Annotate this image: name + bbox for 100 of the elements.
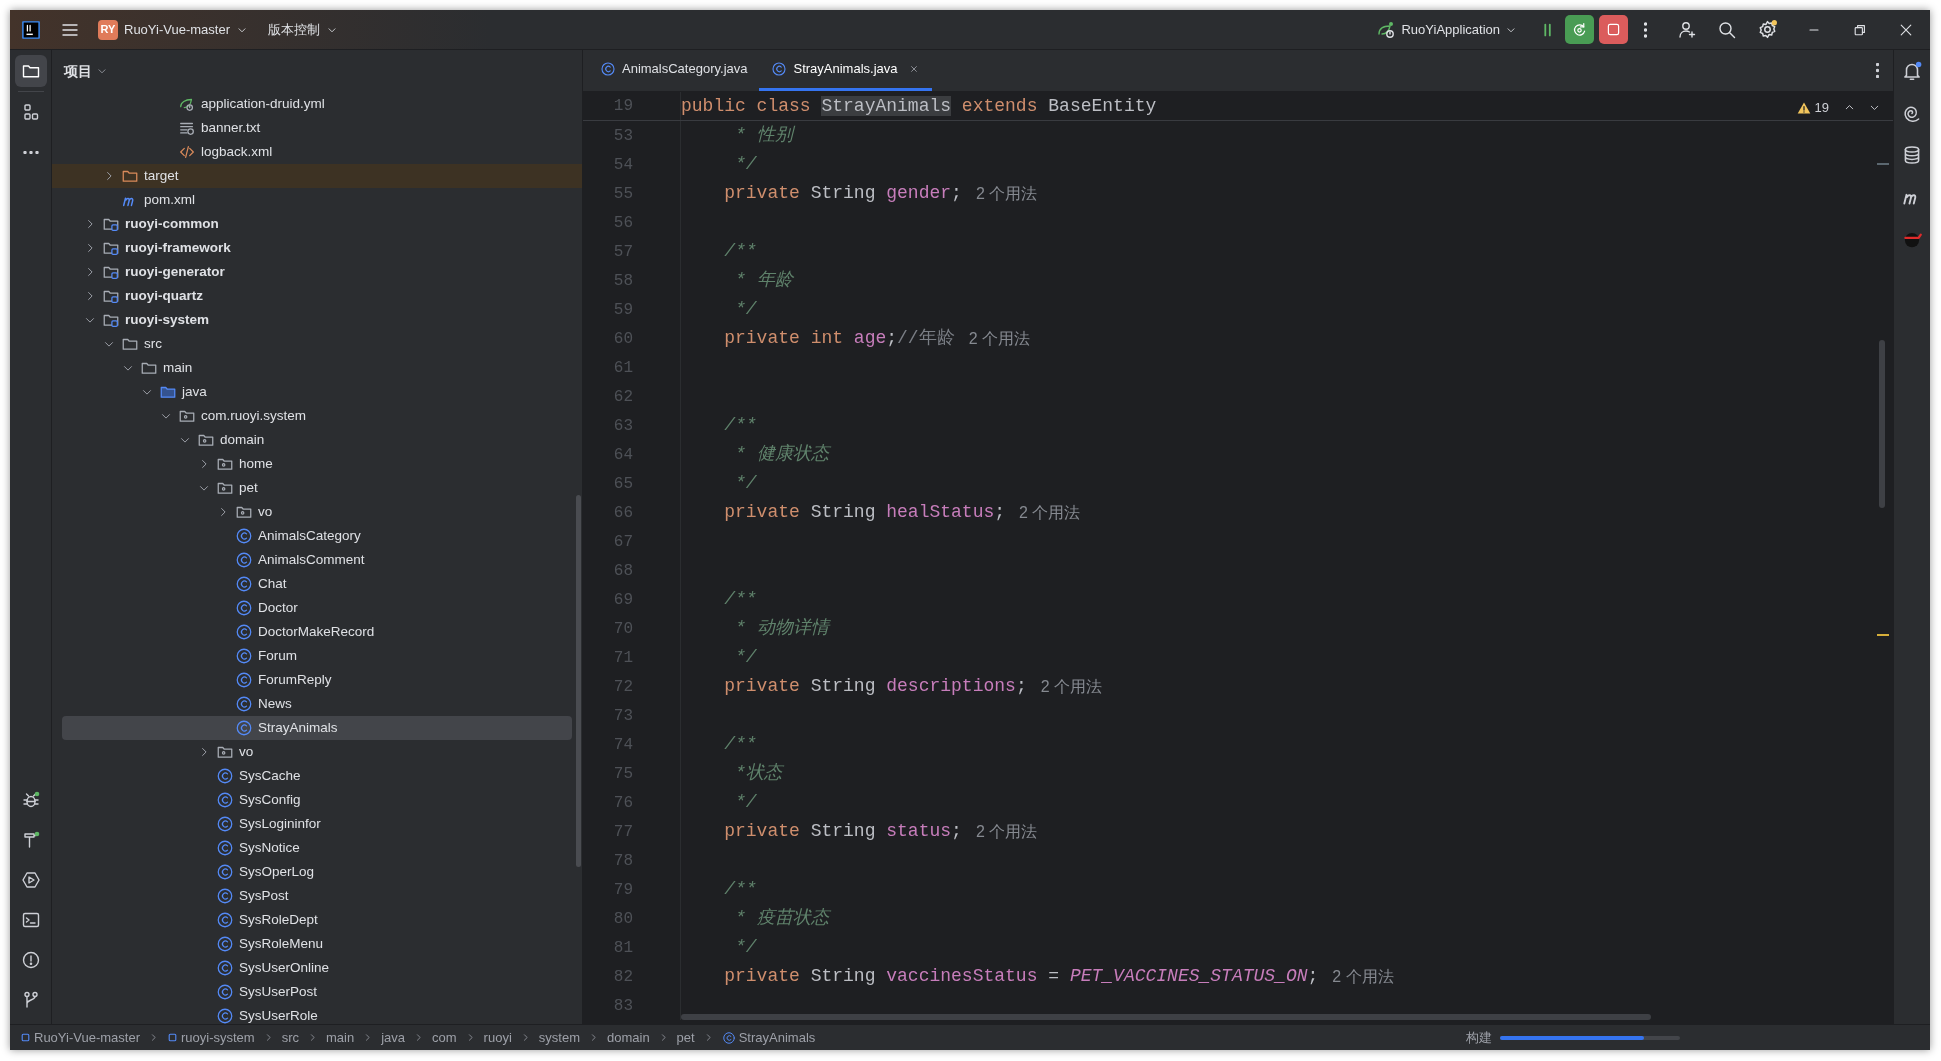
tree-item[interactable]: vo <box>52 500 582 524</box>
tree-item[interactable]: domain <box>52 428 582 452</box>
class-icon <box>216 911 234 929</box>
scrollbar-thumb[interactable] <box>1879 340 1885 508</box>
warning-count[interactable]: 19 <box>1814 98 1829 118</box>
warning-icon <box>20 950 41 970</box>
settings-icon[interactable] <box>1757 19 1778 40</box>
tree-item[interactable]: com.ruoyi.system <box>52 404 582 428</box>
tree-item[interactable]: AnimalsComment <box>52 548 582 572</box>
more-icon[interactable] <box>1644 21 1647 38</box>
tree-item[interactable]: pet <box>52 476 582 500</box>
usage-hint[interactable]: 2 个用法 <box>1040 674 1103 699</box>
tree-item[interactable]: banner.txt <box>52 116 582 140</box>
tree-item[interactable]: application-druid.yml <box>52 92 582 116</box>
tree-item[interactable]: ruoyi-framework <box>52 236 582 260</box>
tree-item[interactable]: logback.xml <box>52 140 582 164</box>
tree-item[interactable]: ruoyi-quartz <box>52 284 582 308</box>
tool-window-button[interactable] <box>14 55 47 87</box>
tree-item[interactable]: ruoyi-system <box>52 308 582 332</box>
code-line: private String healStatus; <box>723 501 1006 524</box>
class-icon <box>235 647 253 665</box>
usage-hint[interactable]: 2 个用法 <box>1019 500 1081 525</box>
run-config-dropdown[interactable]: RuoYiApplication <box>1376 19 1517 40</box>
tree-item[interactable]: SysRoleDept <box>52 908 582 932</box>
project-view-dropdown[interactable]: 项目 <box>62 60 110 82</box>
code-line: * 动物详情 <box>734 617 829 640</box>
more-icon[interactable] <box>1876 63 1879 78</box>
vcs-dropdown[interactable]: 版本控制 <box>267 19 338 40</box>
breadcrumb[interactable]: domain <box>606 1027 650 1048</box>
tree-item[interactable]: SysUserPost <box>52 980 582 1004</box>
breadcrumb[interactable]: java <box>381 1027 406 1048</box>
class-icon <box>216 791 234 809</box>
tree-item[interactable]: SysPost <box>52 884 582 908</box>
breadcrumb[interactable]: src <box>281 1027 299 1048</box>
breadcrumb[interactable]: ruoyi-system <box>166 1027 255 1048</box>
usage-hint[interactable]: 2 个用法 <box>975 819 1038 844</box>
breadcrumb[interactable]: main <box>326 1027 355 1048</box>
breadcrumb[interactable]: system <box>538 1027 580 1048</box>
tree-item[interactable]: ForumReply <box>52 668 582 692</box>
code-icon <box>178 143 196 161</box>
editor-tab[interactable]: StrayAnimals.java <box>759 49 932 91</box>
run-services-icon <box>20 870 41 890</box>
search-icon[interactable] <box>1717 19 1737 40</box>
class-icon <box>771 60 788 77</box>
breadcrumb[interactable]: pet <box>676 1027 695 1048</box>
tree-item[interactable]: Forum <box>52 644 582 668</box>
tree-item[interactable]: AnimalsCategory <box>52 524 582 548</box>
code-line: /** <box>723 240 757 263</box>
code-line: */ <box>734 472 757 495</box>
tree-item[interactable]: SysNotice <box>52 836 582 860</box>
tree-item[interactable]: SysUserOnline <box>52 956 582 980</box>
tree-item[interactable]: StrayAnimals <box>62 716 572 740</box>
tree-item[interactable]: java <box>52 380 582 404</box>
code-line: */ <box>734 153 757 176</box>
code-line: /** <box>723 878 757 901</box>
code-line: /** <box>723 733 757 756</box>
bell-icon[interactable] <box>1901 60 1923 82</box>
class-icon <box>235 575 253 593</box>
breadcrumb[interactable]: StrayAnimals <box>721 1027 816 1048</box>
tree-item[interactable]: SysConfig <box>52 788 582 812</box>
tree-item[interactable]: SysUserRole <box>52 1004 582 1024</box>
tree-item[interactable]: ruoyi-generator <box>52 260 582 284</box>
usage-hint[interactable]: 2 个用法 <box>975 181 1038 206</box>
class-icon <box>216 935 234 953</box>
tree-item[interactable]: vo <box>52 740 582 764</box>
breadcrumb[interactable]: com <box>432 1027 457 1048</box>
tree-item[interactable]: SysLogininfor <box>52 812 582 836</box>
scrollbar-thumb[interactable] <box>681 1014 1651 1020</box>
project-switcher[interactable]: RY RuoYi-Vue-master <box>98 19 248 40</box>
code-line: /** <box>723 588 757 611</box>
change-marker <box>1877 163 1889 165</box>
tree-item[interactable]: pom.xml <box>52 188 582 212</box>
tree-item[interactable]: Doctor <box>52 596 582 620</box>
tree-item[interactable]: src <box>52 332 582 356</box>
breadcrumb[interactable]: ruoyi <box>483 1027 512 1048</box>
tree-item[interactable]: DoctorMakeRecord <box>52 620 582 644</box>
class-icon <box>216 767 234 785</box>
stop-button[interactable] <box>1599 15 1628 44</box>
rerun-debug-button[interactable] <box>1565 15 1594 44</box>
tree-item[interactable]: SysRoleMenu <box>52 932 582 956</box>
tree-item[interactable]: SysCache <box>52 764 582 788</box>
code-line: private String status; <box>723 820 962 843</box>
tree-item[interactable]: SysOperLog <box>52 860 582 884</box>
scrollbar-thumb[interactable] <box>576 495 581 867</box>
class-icon <box>216 983 234 1001</box>
add-user-icon[interactable] <box>1677 19 1697 40</box>
more-icon <box>22 150 39 154</box>
tree-item[interactable]: ruoyi-common <box>52 212 582 236</box>
code-line: *状态 <box>734 762 782 785</box>
breadcrumb[interactable]: RuoYi-Vue-master <box>20 1027 140 1048</box>
tree-item[interactable]: home <box>52 452 582 476</box>
code-line: private String vaccinesStatus = PET_VACCINES_STATUS_ON; <box>723 965 1319 988</box>
tree-item[interactable]: News <box>52 692 582 716</box>
tree-item[interactable]: Chat <box>52 572 582 596</box>
tree-item[interactable]: target <box>52 164 582 188</box>
tree-item[interactable]: main <box>52 356 582 380</box>
usage-hint[interactable]: 2 个用法 <box>968 326 1030 351</box>
class-icon <box>235 527 253 545</box>
editor-tab[interactable]: AnimalsCategory.java <box>588 49 760 91</box>
usage-hint[interactable]: 2 个用法 <box>1332 964 1394 989</box>
